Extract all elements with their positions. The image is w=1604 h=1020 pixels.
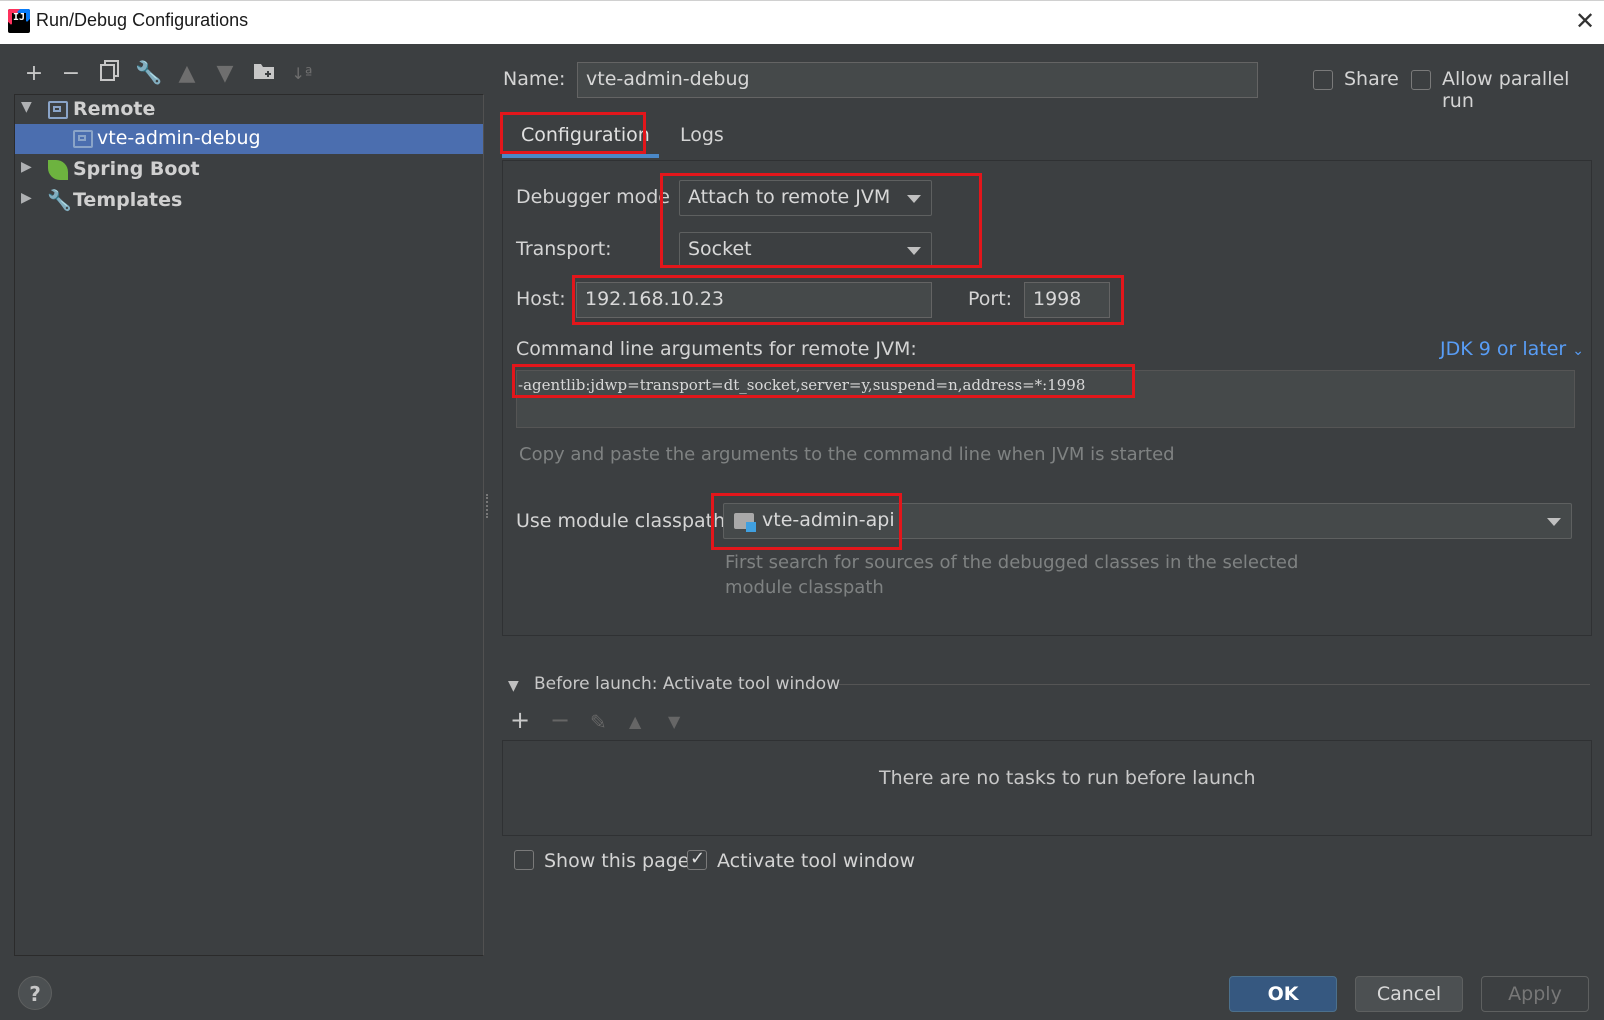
tree-item-vte-admin-debug[interactable]: vte-admin-debug [15, 124, 483, 154]
configuration-tree[interactable]: ▼ Remote vte-admin-debug ▶ Spring Boot ▶… [14, 94, 484, 956]
no-tasks-message: There are no tasks to run before launch [879, 767, 1256, 789]
chevron-right-icon[interactable]: ▶ [21, 159, 32, 175]
jdk-version-label: JDK 9 or later [1440, 338, 1567, 360]
show-this-page-label: Show this page [544, 850, 690, 872]
transport-label: Transport: [516, 238, 612, 260]
tree-item-label: Templates [73, 189, 183, 211]
wrench-icon: 🔧 [47, 188, 72, 212]
command-line-label: Command line arguments for remote JVM: [516, 338, 917, 360]
remote-icon [73, 130, 93, 148]
classpath-hint-line-2: module classpath [725, 577, 884, 598]
name-label: Name: [503, 68, 566, 90]
debugger-mode-label: Debugger mode [516, 186, 670, 208]
highlight-box-tab [500, 112, 646, 154]
minus-icon[interactable]: − [57, 60, 85, 88]
activate-tool-window-checkbox[interactable] [687, 848, 707, 870]
module-classpath-label: Use module classpath: [516, 510, 732, 532]
window-title: Run/Debug Configurations [36, 10, 249, 30]
share-checkbox[interactable] [1313, 70, 1333, 90]
tree-item-label: Remote [73, 98, 156, 120]
chevron-down-icon: ⌄ [1572, 343, 1584, 359]
close-icon[interactable]: ✕ [1572, 8, 1598, 34]
host-label: Host: [516, 288, 566, 310]
before-launch-title: Before launch: Activate tool window [534, 674, 841, 694]
remote-icon [48, 101, 68, 119]
section-divider [838, 684, 1590, 685]
splitter-handle[interactable] [486, 494, 490, 518]
arrow-down-icon[interactable]: ▼ [211, 60, 239, 88]
highlight-box-debugger [660, 173, 982, 268]
highlight-box-classpath [711, 493, 902, 550]
chevron-down-icon[interactable]: ▼ [21, 99, 32, 115]
edit-task-pencil-icon[interactable]: ✎ [590, 710, 607, 734]
highlight-box-host-port [572, 275, 1124, 325]
plus-icon[interactable]: + [20, 60, 48, 88]
move-down-arrow-icon[interactable]: ▼ [668, 712, 680, 731]
tree-item-label: Spring Boot [73, 158, 200, 180]
add-task-plus-icon[interactable]: + [510, 706, 530, 734]
command-line-hint: Copy and paste the arguments to the comm… [519, 444, 1175, 465]
help-button[interactable]: ? [18, 976, 52, 1010]
tree-item-label: vte-admin-debug [97, 127, 261, 149]
tree-item-remote[interactable]: ▼ Remote [15, 95, 483, 125]
tree-item-templates[interactable]: ▶ 🔧 Templates [15, 186, 483, 216]
collapse-icon[interactable]: ▼ [508, 678, 519, 694]
copy-icon[interactable] [96, 60, 124, 88]
tab-logs[interactable]: Logs [680, 124, 724, 146]
remove-task-minus-icon[interactable]: − [550, 706, 570, 734]
move-up-arrow-icon[interactable]: ▲ [629, 712, 641, 731]
allow-parallel-run-label: Allow parallel run [1442, 68, 1570, 112]
show-this-page-checkbox[interactable] [514, 850, 534, 870]
tree-item-spring-boot[interactable]: ▶ Spring Boot [15, 155, 483, 185]
active-tab-underline [502, 154, 659, 158]
intellij-app-icon: IJ [8, 9, 30, 33]
activate-tool-window-label: Activate tool window [717, 850, 916, 872]
arrow-up-icon[interactable]: ▲ [173, 60, 201, 88]
sort-icon[interactable]: ↓ª [288, 60, 316, 88]
cancel-button[interactable]: Cancel [1355, 976, 1463, 1012]
apply-button[interactable]: Apply [1481, 976, 1589, 1012]
chevron-right-icon[interactable]: ▶ [21, 190, 32, 206]
share-label: Share [1344, 68, 1399, 90]
new-folder-icon[interactable] [250, 60, 278, 88]
jdk-version-link[interactable]: JDK 9 or later ⌄ [1440, 338, 1584, 360]
ok-button[interactable]: OK [1229, 976, 1337, 1012]
wrench-icon[interactable]: 🔧 [135, 60, 163, 88]
chevron-down-icon [1547, 518, 1561, 526]
name-input[interactable]: vte-admin-debug [577, 62, 1258, 98]
spring-boot-icon [48, 160, 68, 180]
allow-parallel-run-checkbox[interactable] [1411, 70, 1431, 90]
classpath-hint-line-1: First search for sources of the debugged… [725, 552, 1299, 573]
highlight-box-command [512, 364, 1135, 398]
